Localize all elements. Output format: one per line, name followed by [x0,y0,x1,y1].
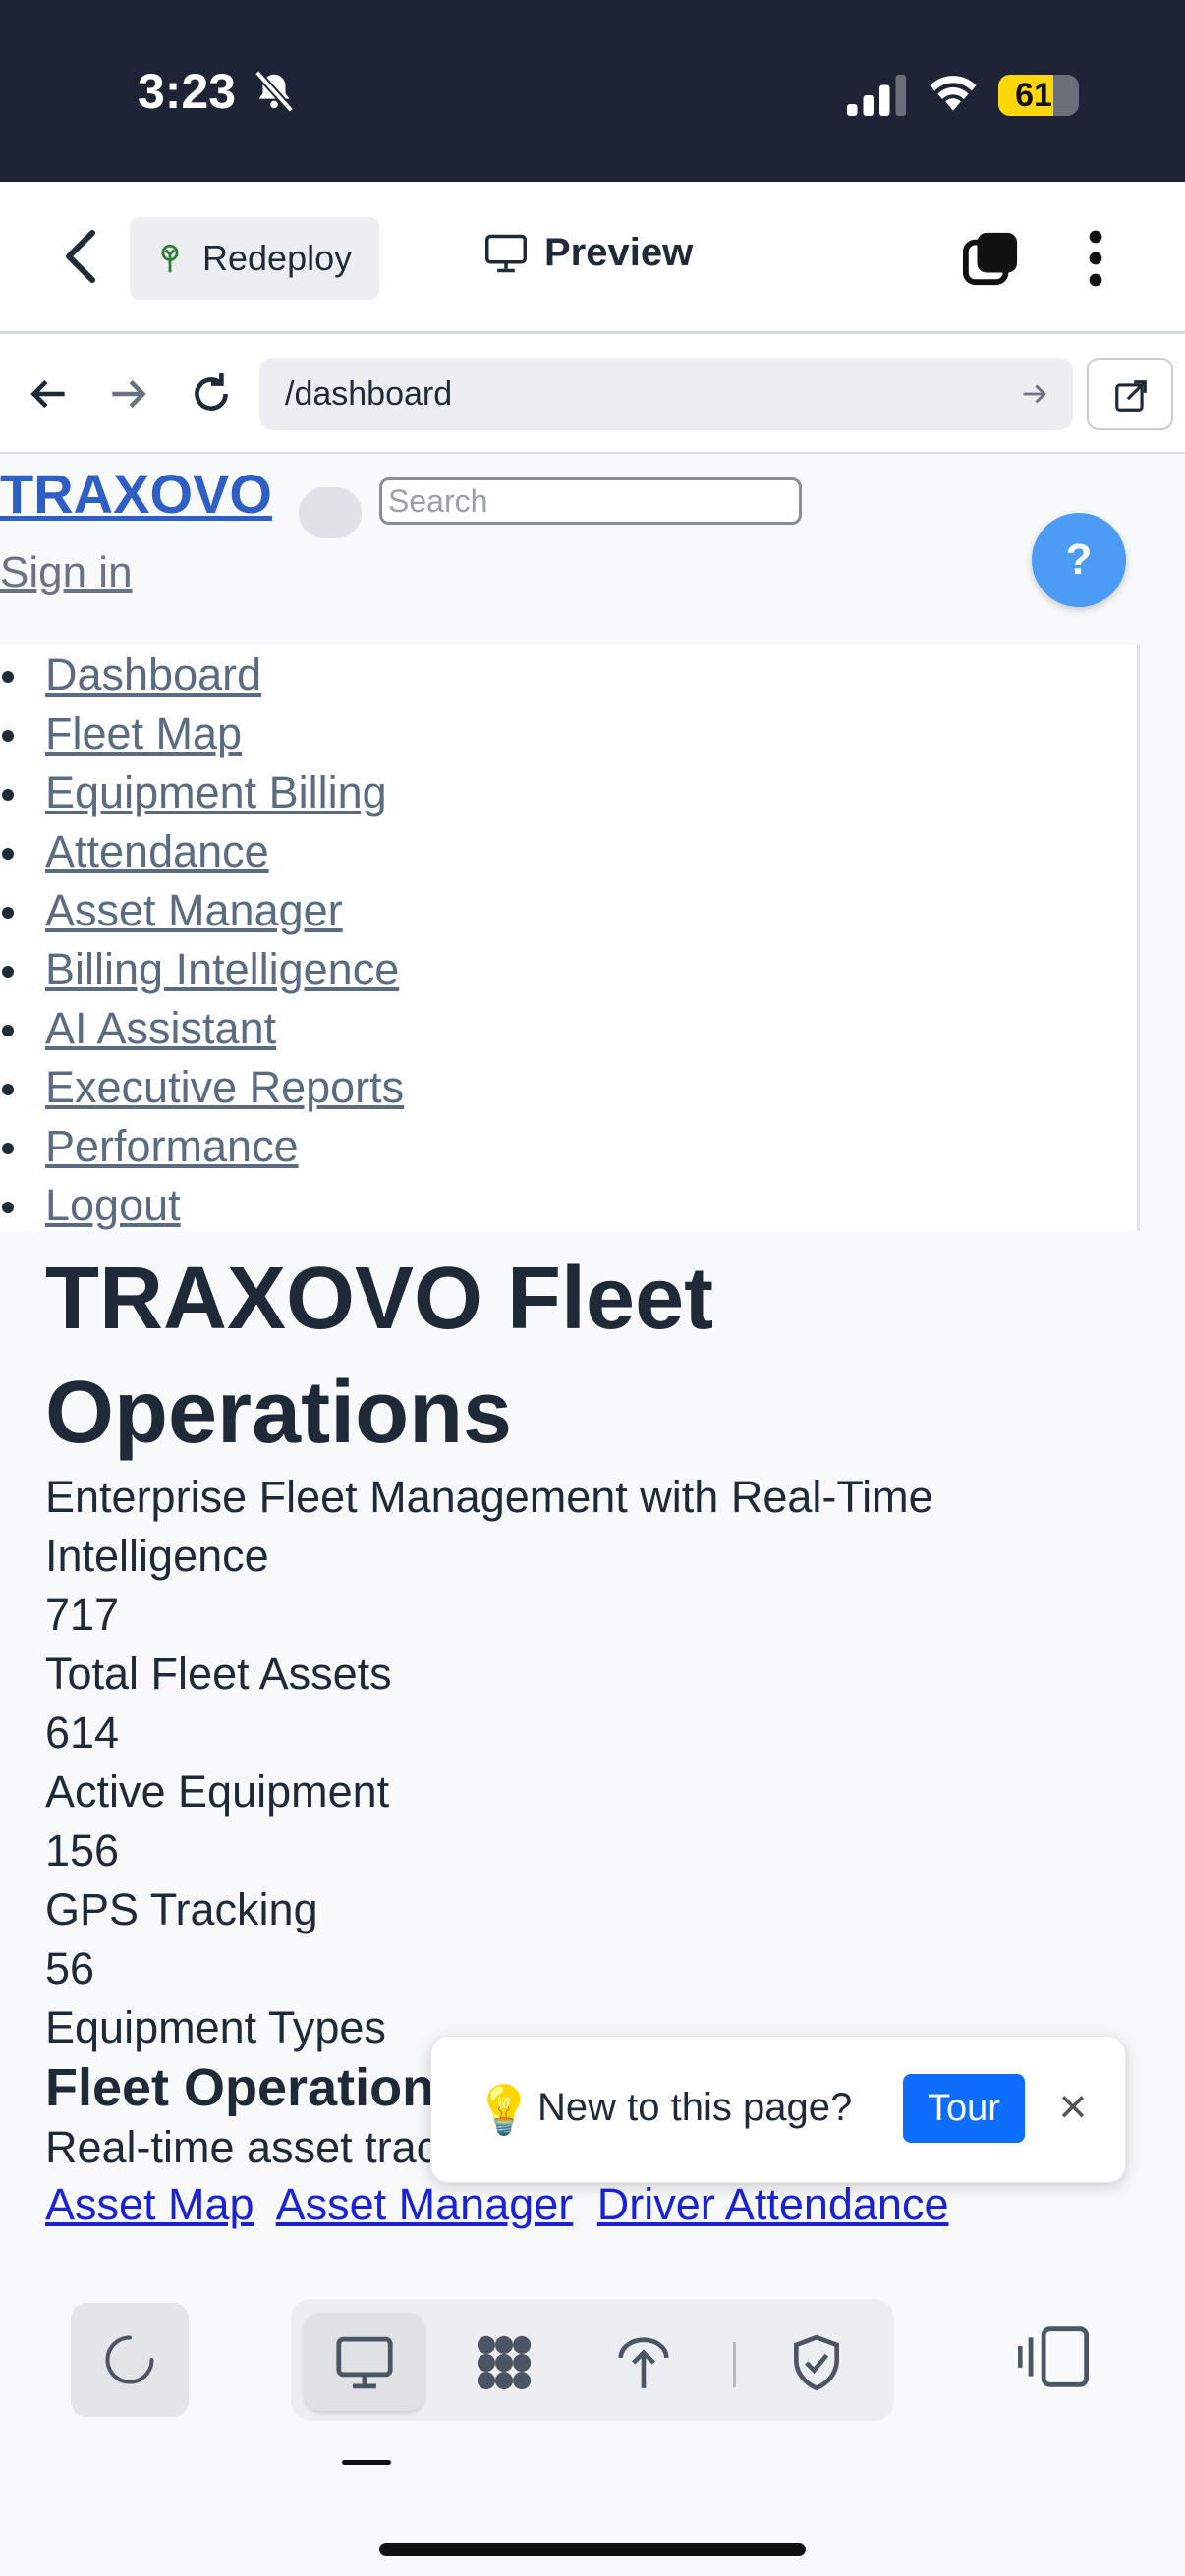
site-logo[interactable]: TRAXOVO [0,462,272,526]
redeploy-label: Redeploy [202,238,353,278]
nav-panel: Dashboard Fleet Map Equipment Billing At… [0,645,1140,1231]
url-bar[interactable]: /dashboard [259,358,1073,430]
fleet-operations-links: Asset Map Asset Manager Driver Attendanc… [45,2175,961,2234]
app-bar: Redeploy Preview [0,182,1185,334]
redeploy-button[interactable]: Redeploy [130,217,379,300]
wifi-icon [930,76,977,111]
nav-link-attendance[interactable]: Attendance [45,826,269,876]
nav-item-attendance: Attendance [0,822,404,881]
back-chevron-icon[interactable] [59,229,102,284]
deploy-button[interactable] [584,2313,704,2411]
stat-label-equipment-types: Equipment Types [45,2002,386,2052]
nav-item-fleet-map: Fleet Map [0,704,404,763]
nav-item-asset-manager: Asset Manager [0,881,404,940]
status-time: 3:23 [138,64,237,119]
page-subtitle: Enterprise Fleet Management with Real-Ti… [45,1472,933,1581]
nav-item-billing-intelligence: Billing Intelligence [0,940,404,999]
nav-link-executive-reports[interactable]: Executive Reports [45,1062,404,1112]
nav-link-equipment-billing[interactable]: Equipment Billing [45,767,387,817]
nav-link-asset-manager[interactable]: Asset Manager [45,885,343,935]
browser-forward-icon[interactable] [104,369,153,419]
nav-link-performance[interactable]: Performance [45,1121,299,1171]
nav-link-fleet-map[interactable]: Fleet Map [45,708,242,758]
shield-check-icon [794,2334,839,2391]
nodes-icon [477,2335,532,2390]
view-switcher [291,2299,894,2421]
status-bar: 3:23 61 [0,0,1185,182]
deploy-tree-icon [161,244,179,273]
side-panel-icon[interactable] [1018,2324,1091,2389]
sign-in-link[interactable]: Sign in [0,548,133,597]
nav-item-performance: Performance [0,1117,404,1176]
tour-question: New to this page? [537,2086,853,2129]
nav-link-logout[interactable]: Logout [45,1180,181,1230]
stat-value-total-assets: 717 [45,1590,120,1640]
monitor-icon [336,2336,393,2389]
stats-list: 717 Total Fleet Assets 614 Active Equipm… [45,1586,392,2057]
browser-back-icon[interactable] [24,369,73,419]
go-arrow-icon[interactable] [1018,377,1051,411]
nav-item-ai-assistant: AI Assistant [0,999,404,1058]
tabs-icon[interactable] [961,231,1020,288]
stat-value-active-equipment: 614 [45,1708,120,1758]
theme-toggle[interactable] [299,487,362,538]
url-text[interactable]: /dashboard [285,375,452,414]
help-button[interactable]: ? [1032,513,1126,607]
page-title: TRAXOVO Fleet Operations [45,1250,714,1462]
preview-label: Preview [544,231,694,274]
nav-link-dashboard[interactable]: Dashboard [45,649,261,700]
nav-item-executive-reports: Executive Reports [0,1058,404,1117]
nav-item-logout: Logout [0,1176,404,1235]
monitor-icon [485,234,527,272]
battery-percent: 61 [1015,77,1052,114]
fleet-operations-heading: Fleet Operations [45,2058,465,2117]
browser-toolbar: /dashboard [0,334,1185,454]
more-options-icon[interactable] [1081,229,1110,288]
security-button[interactable] [757,2313,876,2411]
search-input[interactable] [379,477,802,525]
desktop-view-button[interactable] [305,2313,424,2411]
web-page: TRAXOVO Sign in ? Dashboard Fleet Map Eq… [0,454,1185,2283]
reload-icon[interactable] [187,369,236,419]
divider [733,2342,736,2387]
lightbulb-icon: 💡 [475,2085,534,2137]
tour-button[interactable]: Tour [903,2074,1025,2143]
loading-spinner-icon [105,2335,154,2384]
open-external-button[interactable] [1087,358,1173,430]
battery-indicator: 61 [998,75,1079,116]
external-link-icon [1115,380,1147,412]
nav-item-dashboard: Dashboard [0,645,404,704]
tour-popup: 💡 New to this page? Tour × [430,2036,1126,2183]
cellular-signal-icon [847,75,906,116]
asset-map-link[interactable]: Asset Map [45,2179,254,2229]
nav-link-billing-intelligence[interactable]: Billing Intelligence [45,944,399,994]
loading-button[interactable] [71,2303,189,2417]
stat-label-total-assets: Total Fleet Assets [45,1649,392,1699]
home-indicator [379,2543,806,2556]
stat-label-active-equipment: Active Equipment [45,1766,390,1817]
nav-item-equipment-billing: Equipment Billing [0,763,404,822]
nav-link-ai-assistant[interactable]: AI Assistant [45,1003,276,1053]
bell-slash-icon [254,70,295,113]
active-indicator [342,2460,391,2465]
preview-tab[interactable]: Preview [483,231,693,275]
nav-list: Dashboard Fleet Map Equipment Billing At… [0,645,404,1235]
close-icon[interactable]: × [1048,2078,1098,2135]
deploy-icon [618,2337,669,2388]
driver-attendance-link[interactable]: Driver Attendance [597,2179,949,2229]
workflow-button[interactable] [444,2313,564,2411]
bottom-toolbar [0,2283,1185,2576]
stat-value-gps-tracking: 156 [45,1825,120,1876]
asset-manager-link[interactable]: Asset Manager [276,2179,574,2229]
stat-value-equipment-types: 56 [45,1943,95,1993]
stat-label-gps-tracking: GPS Tracking [45,1884,318,1934]
